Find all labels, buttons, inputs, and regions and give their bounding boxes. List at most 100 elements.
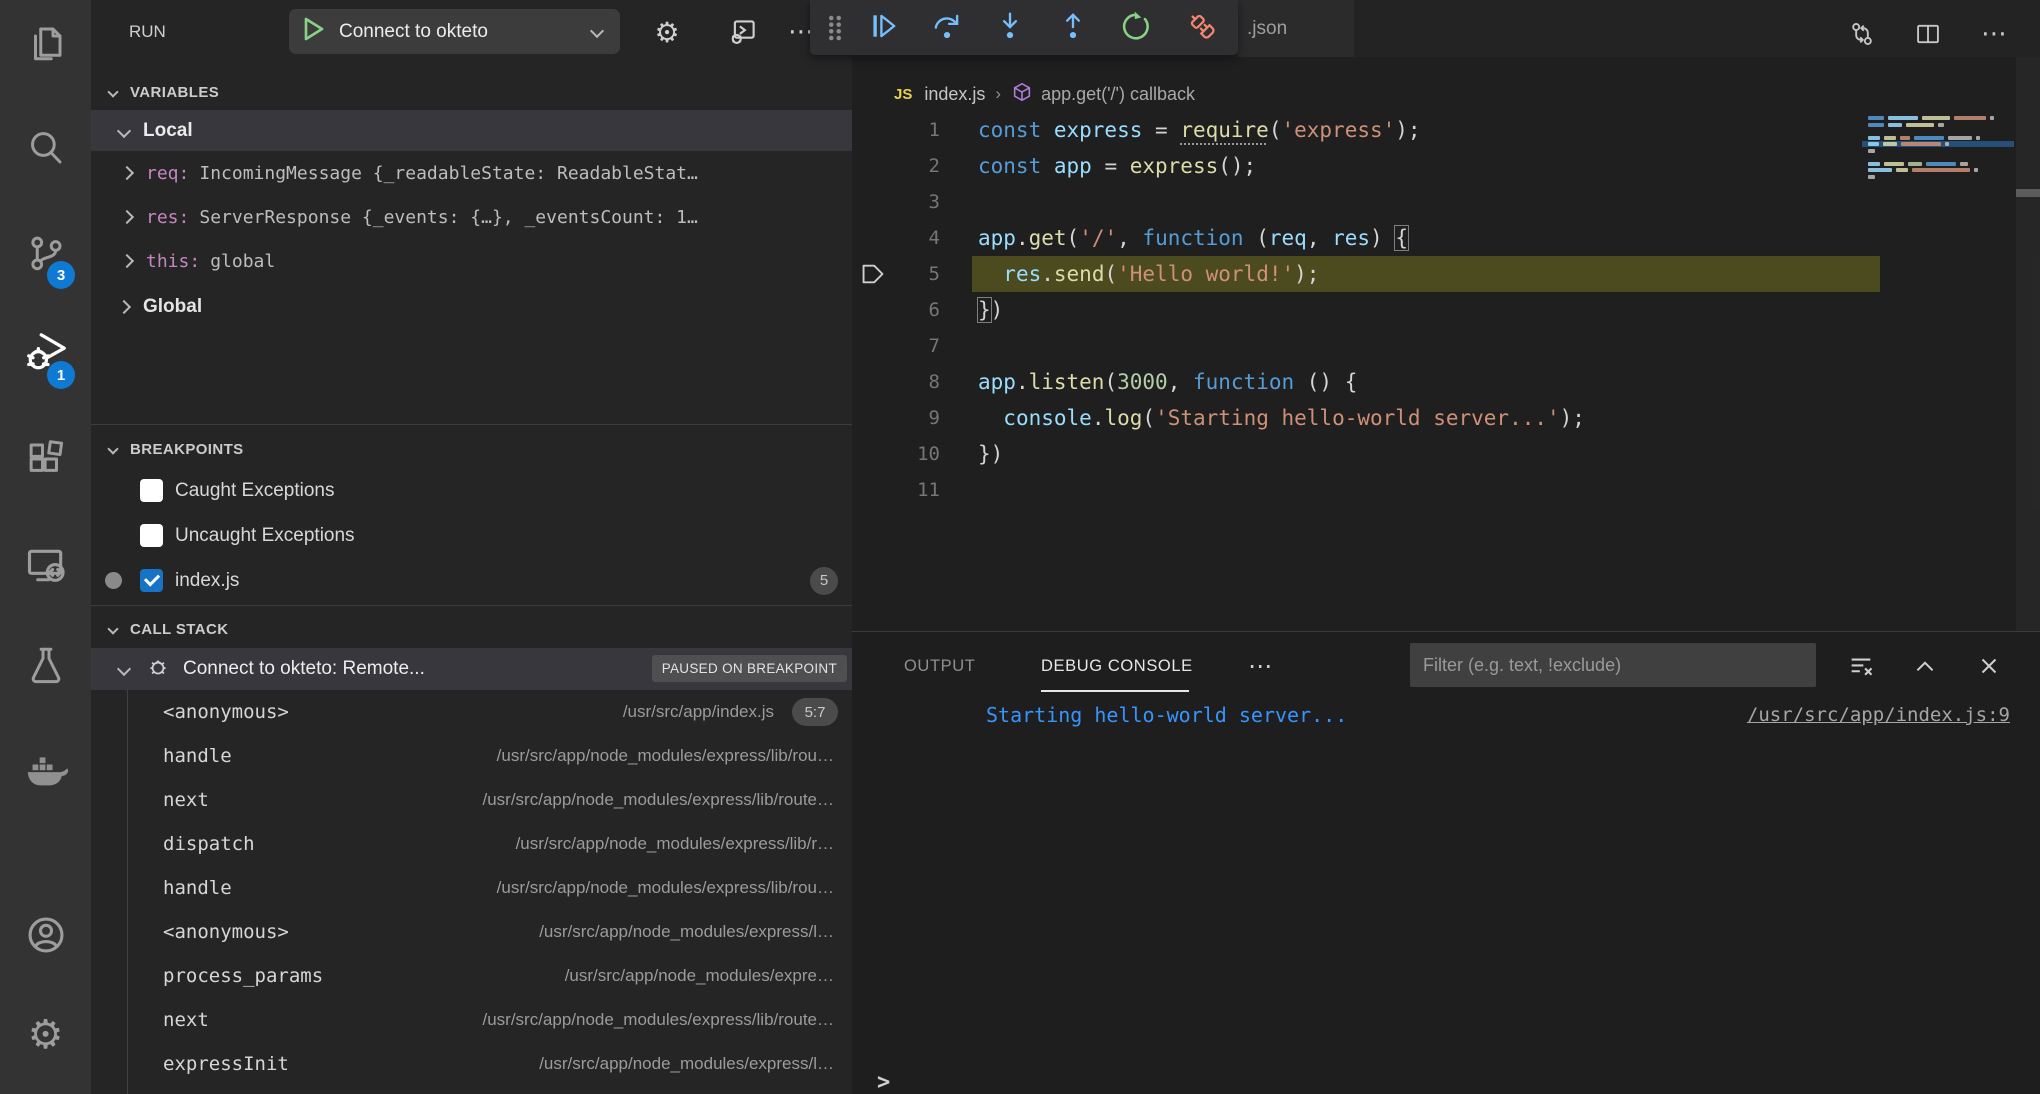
stack-frame-row[interactable]: handle/usr/src/app/node_modules/express/… [91,734,852,778]
repl-prompt[interactable]: > [877,1070,890,1094]
disconnect-button[interactable] [1185,11,1219,45]
code-token: = [1092,154,1130,178]
call-stack-section-header[interactable]: CALL STACK [91,610,852,648]
stack-frame-row[interactable]: next/usr/src/app/node_modules/express/li… [91,778,852,822]
tab-json[interactable]: .json [1237,0,1354,57]
scope-local-row[interactable]: Local [91,110,852,151]
scope-global-row[interactable]: Global [91,287,852,327]
code-line[interactable]: 3 [852,184,2012,220]
code-token: , [1307,226,1332,250]
stack-frame-row[interactable]: <anonymous>/usr/src/app/index.js5:7 [91,690,852,734]
breakpoint-row[interactable]: Uncaught Exceptions [91,513,852,558]
run-sidebar: RUN Connect to okteto ⚙ ⋯ VARIABLES [91,0,852,1094]
activity-bar-item-settings[interactable]: ⚙ [0,995,91,1075]
variable-name: res: [146,207,189,228]
minimap-token [1884,162,1904,166]
launch-config-dropdown[interactable]: Connect to okteto [289,9,620,54]
open-changes-icon[interactable] [1844,16,1880,52]
stack-frame-row[interactable]: process_params/usr/src/app/node_modules/… [91,954,852,998]
code-line[interactable]: 2const app = express(); [852,148,2012,184]
minimap[interactable] [1868,116,2010,188]
breakpoints-header-label: BREAKPOINTS [130,441,244,458]
minimap-line [1868,123,2010,127]
bug-icon [145,654,171,685]
breadcrumb-file[interactable]: index.js [924,84,985,105]
chevron-down-icon [107,86,118,97]
variable-row[interactable]: this:global [91,239,852,283]
code-line[interactable]: 10}) [852,436,2012,472]
clear-console-icon[interactable] [1843,648,1879,684]
frame-path: /usr/src/app/node_modules/express/lib/ro… [250,878,834,898]
variable-row[interactable]: res:ServerResponse {_events: {…}, _event… [91,195,852,239]
stack-frame-row[interactable]: next/usr/src/app/node_modules/express/li… [91,998,852,1042]
breadcrumb-symbol[interactable]: app.get('/') callback [1041,84,1195,105]
chevron-down-icon [107,623,118,634]
activity-bar-item-testing[interactable] [0,627,91,707]
variable-row[interactable]: req:IncomingMessage {_readableState: Rea… [91,151,852,195]
breakpoint-row[interactable]: index.js5 [91,558,852,603]
code-token: function [1142,226,1243,250]
code-text: const express = require('express'); [978,112,1421,148]
tab-output[interactable]: OUTPUT [904,646,975,686]
close-panel-icon[interactable] [1971,648,2007,684]
step-out-button[interactable] [1056,11,1090,45]
debug-settings-gear-icon[interactable]: ⚙ [645,0,689,64]
split-editor-icon[interactable] [1910,16,1946,52]
code-token: res [1003,262,1041,286]
code-line[interactable]: 7 [852,328,2012,364]
console-source-link[interactable]: /usr/src/app/index.js:9 [1747,698,2010,732]
breadcrumb: JS index.js › app.get('/') callback [852,78,2040,110]
checkbox-unchecked[interactable] [140,524,163,547]
code-line[interactable]: 6}) [852,292,2012,328]
stack-frame-row[interactable]: expressInit/usr/src/app/node_modules/exp… [91,1042,852,1086]
editor-scrollbar[interactable] [2016,57,2040,631]
code-line[interactable]: 11 [852,472,2012,508]
vscode-window: 31⚙ RUN Connect to okteto ⚙ ⋯ VA [0,0,2040,1094]
frame-name: next [163,1009,209,1031]
activity-bar-item-explorer[interactable] [0,5,91,85]
debug-session-row[interactable]: Connect to okteto: Remote... PAUSED ON B… [91,648,852,690]
minimap-token [1948,136,1972,140]
variables-section-header[interactable]: VARIABLES [91,74,852,110]
step-over-button[interactable] [930,11,964,45]
activity-bar-item-remote-explorer[interactable] [0,528,91,608]
checkbox-checked[interactable] [140,569,163,592]
code-token: , [1168,370,1193,394]
code-line[interactable]: 9 console.log('Starting hello-world serv… [852,400,2012,436]
code-line[interactable]: 5 res.send('Hello world!'); [852,256,2012,292]
activity-bar-item-run-and-debug[interactable]: 1 [0,315,91,395]
code-token: (); [1218,154,1256,178]
breakpoint-row[interactable]: Caught Exceptions [91,468,852,513]
restart-button[interactable] [1121,11,1155,45]
step-into-button[interactable] [993,11,1027,45]
activity-bar-item-extensions[interactable] [0,421,91,501]
debug-console-icon[interactable] [721,0,765,64]
activity-bar-item-source-control[interactable]: 3 [0,215,91,295]
code-token: . [1016,226,1029,250]
activity-bar-item-docker[interactable] [0,733,91,813]
continue-button[interactable] [866,11,900,45]
checkbox-unchecked[interactable] [140,479,163,502]
editor-more-actions-icon[interactable]: ⋯ [1976,16,2012,52]
code-line[interactable]: 1const express = require('express'); [852,112,2012,148]
code-line[interactable]: 8app.listen(3000, function () { [852,364,2012,400]
stack-frame-row[interactable]: dispatch/usr/src/app/node_modules/expres… [91,822,852,866]
breakpoints-section-header[interactable]: BREAKPOINTS [91,430,852,468]
panel-more-actions-icon[interactable]: ⋯ [1240,646,1280,686]
minimap-line [1868,136,2010,140]
code-view[interactable]: 1const express = require('express');2con… [852,112,2012,508]
maximize-panel-icon[interactable] [1907,648,1943,684]
console-filter-input[interactable] [1410,643,1816,687]
code-token: express [1054,118,1143,142]
stack-frame-row[interactable]: handle/usr/src/app/node_modules/express/… [91,866,852,910]
stack-frame-row[interactable]: <anonymous>/usr/src/app/node_modules/exp… [91,910,852,954]
code-line[interactable]: 4app.get('/', function (req, res) { [852,220,2012,256]
activity-bar-item-accounts[interactable] [0,897,91,977]
breakpoint-label: Uncaught Exceptions [175,525,355,547]
toolbar-drag-grip[interactable] [818,11,852,45]
start-debug-icon[interactable] [303,17,325,46]
activity-bar-item-search[interactable] [0,110,91,190]
code-text: res.send('Hello world!'); [978,256,1319,292]
tab-debug-console[interactable]: DEBUG CONSOLE [1041,646,1193,686]
frame-name: dispatch [163,833,255,855]
